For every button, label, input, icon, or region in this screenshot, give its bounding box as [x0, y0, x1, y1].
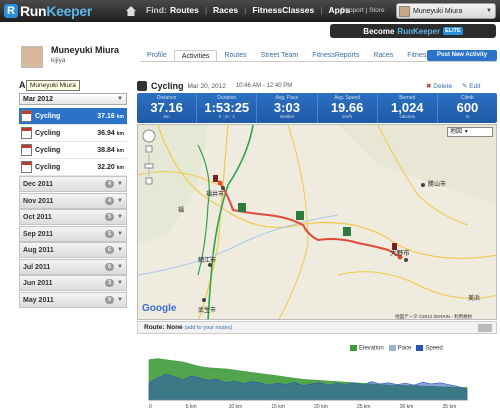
user-tooltip: Muneyuki Miura: [26, 80, 80, 91]
top-nav-bar: R RunKeeper Find: Routes | Races | Fitness…: [0, 0, 500, 22]
profile-avatar[interactable]: [21, 46, 43, 68]
map-place-label: 勝山市: [428, 182, 447, 188]
chevron-down-icon: ▼: [463, 129, 469, 135]
map-zoom-control[interactable]: [141, 128, 157, 188]
delete-link[interactable]: ✖ Delete: [426, 82, 452, 90]
route-bar: Route: None (add to your routes): [137, 321, 497, 334]
cycling-icon: [137, 81, 147, 91]
month-row[interactable]: Nov 2011 4 ▼: [19, 192, 127, 209]
calendar-icon: [21, 127, 32, 139]
x-tick-label: 30 km: [400, 404, 414, 410]
month-list: Dec 2011 4 ▼ Nov 2011 4 ▼ Oct 2011 5 ▼ Sep 201…: [19, 176, 127, 308]
month-row[interactable]: May 2011 9 ▼: [19, 291, 127, 308]
chevron-down-icon: ▼: [117, 181, 123, 187]
map-canvas: [138, 125, 496, 319]
chevron-down-icon: ▼: [117, 280, 123, 286]
chevron-down-icon: ▼: [117, 197, 123, 204]
chevron-down-icon: ▼: [117, 296, 123, 303]
activity-time: 10:46 AM - 12:40 PM: [235, 83, 293, 89]
stat-avg-pace: Avg. Pace 3:03 min/km: [257, 93, 318, 123]
month-row[interactable]: Dec 2011 4 ▼: [19, 176, 127, 192]
month-row[interactable]: Sep 2011 5 ▼: [19, 225, 127, 242]
month-row[interactable]: Aug 2011 6 ▼: [19, 242, 127, 258]
activity-list: Cycling 37.16 km Cycling 36.94 km Cyclin…: [19, 108, 127, 176]
stat-burned: Burned 1,024 calories: [378, 93, 438, 123]
nav-races[interactable]: Races: [213, 5, 238, 15]
map-place-label: 武生市: [198, 308, 217, 314]
profile-name[interactable]: Muneyuki Miura: [51, 45, 119, 55]
nav-fitnessclasses[interactable]: FitnessClasses: [252, 5, 314, 15]
calendar-icon: [21, 161, 32, 173]
google-logo: Google: [142, 303, 177, 314]
elevation-speed-chart[interactable]: 0 5 km 10 km 15 km 20 km 25 km 30 km 35 km: [137, 354, 497, 410]
expand-map-icon[interactable]: [478, 324, 492, 332]
chevron-down-icon: ▼: [117, 247, 123, 253]
profile-username: kijiya: [51, 57, 66, 64]
x-tick-label: 25 km: [357, 404, 371, 410]
chevron-down-icon: ▼: [117, 214, 123, 220]
support-store-links[interactable]: Support | Store: [341, 7, 385, 14]
month-row[interactable]: Jun 2011 3 ▼: [19, 275, 127, 291]
logo-badge-icon: R: [4, 4, 18, 18]
find-label: Find:: [146, 5, 167, 15]
x-tick-label: 10 km: [229, 404, 243, 410]
close-icon: ✖: [426, 83, 432, 90]
activity-date: Mar 20, 2012: [187, 82, 226, 90]
runkeeper-logo[interactable]: R RunKeeper: [4, 3, 92, 19]
user-menu[interactable]: Muneyuki Miura ▼: [396, 3, 496, 19]
nav-routes[interactable]: Routes: [170, 5, 199, 15]
stat-distance: Distance 37.16 km: [137, 93, 198, 123]
x-tick-label: 20 km: [314, 404, 328, 410]
become-elite-banner[interactable]: Become RunKeeper ELITE: [330, 24, 496, 38]
chevron-down-icon: ▼: [117, 263, 123, 270]
stat-duration: Duration 1:53:25 h : m : s: [197, 93, 258, 123]
chart-legend: Elevation Pace Speed: [350, 345, 443, 352]
x-tick-label: 5 km: [186, 404, 197, 410]
map-place-label: 美浜: [468, 296, 481, 302]
legend-speed: Speed: [416, 345, 443, 352]
x-tick-label: 35 km: [443, 404, 457, 410]
map-type-select[interactable]: 地図 ▼: [447, 127, 493, 137]
activity-item[interactable]: Cycling 32.20 km: [19, 159, 127, 176]
map-place-label: 大野市: [390, 250, 410, 257]
map-place-label: 鯖江市: [198, 258, 217, 264]
x-tick-label: 15 km: [271, 404, 285, 410]
stat-avg-speed: Avg. Speed 19.66 km/h: [318, 93, 378, 123]
pencil-icon: ✎: [462, 83, 468, 90]
chevron-down-icon: ▼: [486, 8, 492, 14]
user-avatar: [399, 5, 410, 17]
add-to-routes-link[interactable]: (add to your routes): [184, 325, 232, 331]
activity-item[interactable]: Cycling 36.94 km: [19, 125, 127, 142]
post-new-activity-button[interactable]: Post New Activity: [427, 50, 497, 61]
legend-pace: Pace: [388, 345, 411, 352]
activity-item[interactable]: Cycling 38.84 km: [19, 142, 127, 159]
stat-climb: Climb 600 m: [456, 95, 479, 119]
map-place-label: 福井市: [206, 192, 225, 198]
calendar-icon: [21, 110, 32, 122]
month-dropdown[interactable]: Mar 2012 ▼: [19, 93, 127, 105]
route-map[interactable]: 福井市 勝山市 大野市 鯖江市 武生市 美浜 福: [137, 124, 497, 320]
activity-header: Cycling Mar 20, 2012 10:46 AM - 12:40 PM…: [137, 79, 497, 93]
stats-bar: Distance 37.16 km Duration 1:53:25 h : m : s…: [137, 93, 497, 123]
chevron-down-icon: ▼: [117, 96, 123, 102]
chevron-down-icon: ▼: [117, 230, 123, 237]
legend-elevation: Elevation: [350, 345, 384, 352]
activity-item[interactable]: Cycling 37.16 km: [19, 108, 127, 125]
series-speed: [148, 373, 468, 401]
calendar-icon: [21, 144, 32, 156]
x-tick-label: 0: [149, 404, 152, 410]
edit-link[interactable]: ✎ Edit: [462, 82, 480, 90]
map-copyright[interactable]: 地図データ ©2012 ZENRIN - 利用規約: [395, 314, 472, 320]
home-icon[interactable]: [125, 5, 137, 17]
month-row[interactable]: Oct 2011 5 ▼: [19, 209, 127, 225]
month-row[interactable]: Jul 2011 6 ▼: [19, 258, 127, 275]
map-place-label: 福: [178, 208, 185, 214]
activity-type: Cycling: [151, 81, 184, 91]
